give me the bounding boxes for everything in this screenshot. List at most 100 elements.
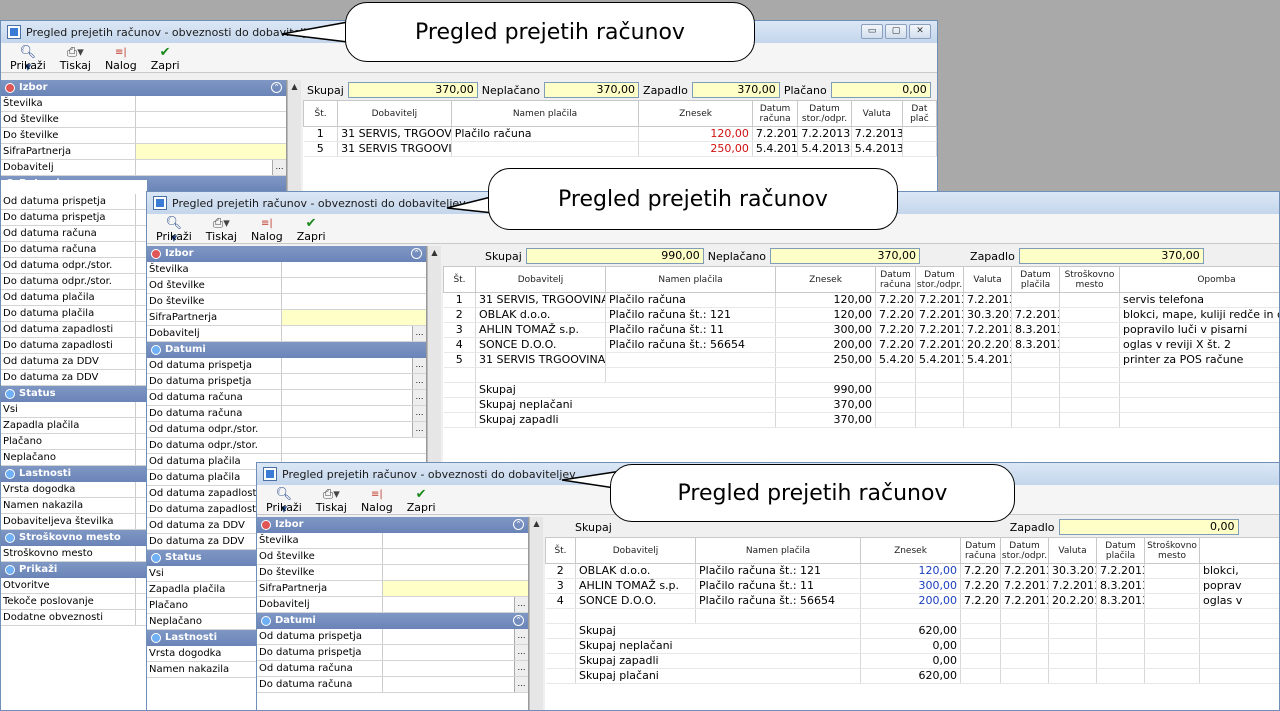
table-row[interactable]: 531 SERVIS TRGOOVINA,250,005.4.20135.4.2… [443,352,1279,368]
minimize-button[interactable]: ▭ [861,24,883,39]
field-label[interactable]: Zapadla plačila [1,418,136,433]
field-label[interactable]: Neplačano [1,450,136,465]
ellipsis-button[interactable]: … [514,597,528,612]
col-header[interactable]: Št. [443,266,476,293]
close-tool-button[interactable]: ✔ Zapri [148,45,183,72]
col-header[interactable]: Valuta [1048,537,1097,564]
col-header[interactable]: Datum računa [751,100,799,127]
field-label[interactable]: Vsi [1,402,136,417]
izbor-header[interactable]: Izbor ⌃ [257,517,528,533]
scroll-up-icon[interactable]: ▲ [288,80,301,94]
print-button[interactable]: ⎙▾ Tiskaj [313,487,350,514]
ellipsis-button[interactable]: … [514,677,528,692]
ellipsis-button[interactable]: … [514,661,528,676]
collapse-icon[interactable]: ⌃ [271,82,282,93]
ellipsis-button[interactable]: … [412,422,426,437]
col-header[interactable]: Datum stor./odpr. [1000,537,1049,564]
col-header[interactable] [1199,537,1279,564]
col-header[interactable]: Valuta [850,100,903,127]
col-header[interactable]: Št. [545,537,576,564]
table-row[interactable]: 131 SERVIS, TRGOOVINA,Plačilo računa120,… [443,292,1279,308]
field-input[interactable] [282,294,426,309]
table-row[interactable]: 3 AHLIN TOMAŽ s.p. Plačilo računa št.: 11 3… [443,322,1279,338]
field-label[interactable]: Otvoritve [1,578,136,593]
table-row[interactable]: 4 SONCE D.O.O. Plačilo računa št.: 56654 20… [443,337,1279,353]
col-header[interactable]: Datum stor./odpr. [797,100,852,127]
print-button[interactable]: ⎙▾ Tiskaj [57,45,94,72]
field-input[interactable]: … [282,422,426,437]
field-input[interactable]: … [383,629,528,644]
table-row[interactable]: 2 OBLAK d.o.o. Plačilo računa št.: 121 120,… [443,307,1279,323]
field-input[interactable] [136,144,286,159]
col-header[interactable]: Datum stor./odpr. [915,266,964,293]
show-button[interactable]: 🔍︎▾ Prikaži [263,487,305,517]
field-input[interactable] [383,565,528,580]
col-header[interactable]: Valuta [963,266,1012,293]
col-header[interactable]: Namen plačila [605,266,776,293]
col-header[interactable]: Datum računa [960,537,1001,564]
scroll-up-icon[interactable]: ▲ [428,246,441,260]
field-input[interactable]: … [136,160,286,175]
field-input[interactable]: … [282,390,426,405]
col-header[interactable]: Stroškovno mesto [1144,537,1200,564]
close-tool-button[interactable]: ✔ Zapri [404,487,439,514]
col-header[interactable]: Stroškovno mesto [1059,266,1120,293]
col-header[interactable]: Dobavitelj [337,100,452,127]
field-input[interactable]: … [282,358,426,373]
col-header[interactable]: Znesek [860,537,961,564]
field-input[interactable] [383,533,528,548]
table-row[interactable]: 4 SONCE D.O.O. Plačilo računa št.: 56654 20… [545,593,1279,609]
field-label[interactable]: Plačano [1,434,136,449]
ellipsis-button[interactable]: … [412,390,426,405]
datumi-header[interactable]: Datumi ⌃ [257,613,528,629]
col-header[interactable]: Opomba [1119,266,1279,293]
field-input[interactable]: … [383,597,528,612]
col-header[interactable]: Dobavitelj [575,537,696,564]
col-header[interactable]: Namen plačila [695,537,861,564]
ellipsis-button[interactable]: … [412,358,426,373]
close-button[interactable]: ✕ [909,24,931,39]
scroll-up-icon[interactable]: ▲ [530,517,543,531]
field-input[interactable] [136,112,286,127]
status-header[interactable]: Status [1,386,147,402]
field-input[interactable] [282,438,426,453]
left-scrollbar[interactable]: ▲ [529,517,543,710]
col-header[interactable]: Dobavitelj [475,266,606,293]
field-input[interactable] [383,549,528,564]
field-input[interactable] [282,310,426,325]
order-button[interactable]: ≡| Nalog [248,216,286,243]
datumi-header[interactable]: Datumi [147,342,426,358]
field-input[interactable]: … [282,374,426,389]
table-row[interactable]: 3 AHLIN TOMAŽ s.p. Plačilo računa št.: 11 3… [545,578,1279,594]
field-label[interactable]: Tekoče poslovanje [1,594,136,609]
order-button[interactable]: ≡| Nalog [358,487,396,514]
izbor-header[interactable]: Izbor ⌃ [147,246,426,262]
close-tool-button[interactable]: ✔ Zapri [294,216,329,243]
col-header[interactable]: Datum računa [875,266,916,293]
order-button[interactable]: ≡| Nalog [102,45,140,72]
ellipsis-button[interactable]: … [514,645,528,660]
table-row[interactable]: 531 SERVIS TRGOOVINA,250,005.4.20135.4.2… [303,141,937,157]
collapse-icon[interactable]: ⌃ [513,519,524,530]
table-row[interactable]: 131 SERVIS, TRGOOVINA,Plačilo računa120,… [303,126,937,142]
maximize-button[interactable]: ▢ [885,24,907,39]
izbor-header[interactable]: Izbor ⌃ [1,80,286,96]
lastnosti-header[interactable]: Lastnosti [1,466,147,482]
ellipsis-button[interactable]: … [412,406,426,421]
print-button[interactable]: ⎙▾ Tiskaj [203,216,240,243]
col-header[interactable]: Datum plačila [1011,266,1060,293]
ellipsis-button[interactable]: … [272,160,286,175]
field-input[interactable] [136,128,286,143]
field-input[interactable] [383,581,528,596]
collapse-icon[interactable]: ⌃ [513,615,524,626]
collapse-icon[interactable]: ⌃ [411,248,422,259]
field-input[interactable]: … [383,645,528,660]
col-header[interactable]: Znesek [638,100,753,127]
table-row[interactable]: 2 OBLAK d.o.o. Plačilo računa št.: 121 120,… [545,563,1279,579]
ellipsis-button[interactable]: … [514,629,528,644]
col-header[interactable]: Znesek [775,266,876,293]
field-label[interactable]: Dodatne obveznosti [1,610,136,625]
field-input[interactable]: … [383,677,528,692]
field-input[interactable] [136,96,286,111]
ellipsis-button[interactable]: … [412,326,426,341]
